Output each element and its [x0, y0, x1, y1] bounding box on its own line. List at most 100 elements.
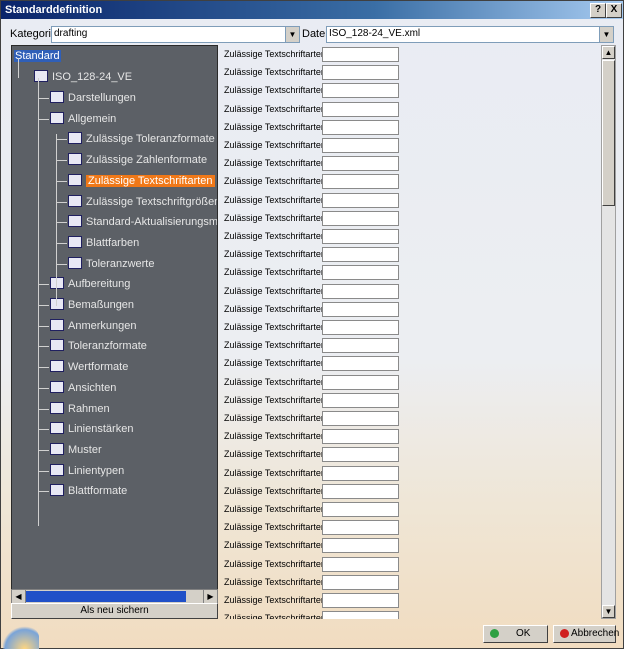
- font-field-label: Zulässige Textschriftarten: [224, 104, 326, 114]
- tree-connector: [38, 305, 49, 306]
- tree-item-doc[interactable]: ISO_128-24_VE: [34, 69, 132, 85]
- font-field-input[interactable]: [322, 229, 399, 244]
- tree-item[interactable]: Muster: [50, 442, 102, 458]
- font-field-input[interactable]: [322, 411, 399, 426]
- font-field-label: Zulässige Textschriftarten: [224, 49, 326, 59]
- font-field-input[interactable]: [322, 247, 399, 262]
- save-as-new-button[interactable]: Als neu sichern: [11, 603, 218, 619]
- scroll-up-icon[interactable]: ▲: [602, 46, 615, 59]
- font-field-input[interactable]: [322, 65, 399, 80]
- font-field-input[interactable]: [322, 174, 399, 189]
- tree-item[interactable]: Wertformate: [50, 359, 128, 375]
- tree-item-label: Linientypen: [68, 465, 125, 477]
- tree-item[interactable]: Zulässige Textschriftarten: [68, 173, 215, 189]
- font-field-input[interactable]: [322, 320, 399, 335]
- tree-item[interactable]: Zulässige Textschriftgrößen: [68, 194, 217, 210]
- font-field-input[interactable]: [322, 593, 399, 608]
- font-field-input[interactable]: [322, 356, 399, 371]
- font-field-input[interactable]: [322, 447, 399, 462]
- font-field-input[interactable]: [322, 193, 399, 208]
- font-field-row: Zulässige Textschriftarten: [221, 429, 601, 445]
- tree-root[interactable]: Standard: [14, 48, 61, 64]
- tree-item[interactable]: Darstellungen: [50, 90, 136, 106]
- font-field-label: Zulässige Textschriftarten: [224, 213, 326, 223]
- font-field-input[interactable]: [322, 138, 399, 153]
- font-field-label: Zulässige Textschriftarten: [224, 176, 326, 186]
- document-icon: [68, 195, 82, 208]
- tree-item-label: Standard-Aktualisierungsmig: [86, 216, 218, 228]
- font-field-input[interactable]: [322, 557, 399, 572]
- tree-item-label: Ansichten: [68, 382, 117, 394]
- tree-item-label: Wertformate: [68, 361, 129, 373]
- scroll-down-icon[interactable]: ▼: [602, 605, 615, 618]
- chevron-down-icon[interactable]: ▼: [285, 27, 299, 42]
- document-icon: [50, 360, 64, 373]
- tree-connector: [56, 181, 67, 182]
- tree-item[interactable]: Toleranzformate: [50, 338, 147, 354]
- tree-item[interactable]: Standard-Aktualisierungsmig: [68, 214, 218, 230]
- top-bar: Kategorie: drafting ▼ Datei: ISO_128-24_…: [1, 25, 623, 43]
- font-field-input[interactable]: [322, 284, 399, 299]
- font-field-input[interactable]: [322, 120, 399, 135]
- vertical-scrollbar[interactable]: ▲ ▼: [601, 45, 616, 619]
- font-field-input[interactable]: [322, 611, 399, 619]
- font-field-input[interactable]: [322, 429, 399, 444]
- font-field-input[interactable]: [322, 520, 399, 535]
- tree-item[interactable]: Toleranzwerte: [68, 256, 154, 272]
- scroll-left-icon[interactable]: ◀: [12, 590, 26, 603]
- document-icon: [68, 215, 82, 228]
- font-field-input[interactable]: [322, 83, 399, 98]
- document-icon: [50, 339, 64, 352]
- tree-item-label: Muster: [68, 444, 102, 456]
- document-icon: [50, 91, 64, 104]
- tree-item[interactable]: Zulässige Toleranzformate: [68, 131, 215, 147]
- tree-item[interactable]: Ansichten: [50, 380, 116, 396]
- tree-item-label: Anmerkungen: [68, 320, 137, 332]
- tree-item[interactable]: Bemaßungen: [50, 297, 134, 313]
- font-field-input[interactable]: [322, 338, 399, 353]
- help-button[interactable]: ?: [590, 3, 606, 18]
- tree-item[interactable]: Linientypen: [50, 463, 124, 479]
- ok-button[interactable]: OK: [483, 625, 548, 643]
- tree-item[interactable]: Rahmen: [50, 401, 110, 417]
- cancel-button[interactable]: Abbrechen: [553, 625, 619, 643]
- title-bar: Standarddefinition ? X: [1, 1, 623, 19]
- tree-item[interactable]: Allgemein: [50, 111, 116, 127]
- font-field-row: Zulässige Textschriftarten: [221, 302, 601, 318]
- file-dropdown[interactable]: ISO_128-24_VE.xml ▼: [326, 26, 614, 43]
- category-dropdown[interactable]: drafting ▼: [51, 26, 300, 43]
- font-field-input[interactable]: [322, 302, 399, 317]
- tree-item-label: Toleranzwerte: [86, 258, 155, 270]
- font-field-input[interactable]: [322, 502, 399, 517]
- tree-item[interactable]: Blattformate: [50, 483, 127, 499]
- font-field-input[interactable]: [322, 484, 399, 499]
- font-field-input[interactable]: [322, 466, 399, 481]
- tree-item[interactable]: Zulässige Zahlenformate: [68, 152, 207, 168]
- tree-connector: [38, 409, 49, 410]
- tree-item[interactable]: Aufbereitung: [50, 276, 130, 292]
- font-field-input[interactable]: [322, 575, 399, 590]
- chevron-down-icon[interactable]: ▼: [599, 27, 613, 42]
- font-field-row: Zulässige Textschriftarten: [221, 593, 601, 609]
- font-field-input[interactable]: [322, 47, 399, 62]
- document-icon: [50, 464, 64, 477]
- tree-item[interactable]: Linienstärken: [50, 421, 133, 437]
- font-field-input[interactable]: [322, 211, 399, 226]
- close-button[interactable]: X: [606, 3, 622, 18]
- font-field-input[interactable]: [322, 156, 399, 171]
- font-field-input[interactable]: [322, 265, 399, 280]
- scroll-thumb[interactable]: [602, 60, 615, 206]
- tree-horizontal-scrollbar[interactable]: ◀ ▶: [11, 589, 218, 604]
- tree-connector: [18, 58, 19, 78]
- font-field-input[interactable]: [322, 375, 399, 390]
- scroll-thumb[interactable]: [26, 591, 186, 602]
- tree-item[interactable]: Blattfarben: [68, 235, 139, 251]
- font-field-input[interactable]: [322, 102, 399, 117]
- standards-tree[interactable]: Standard ISO_128-24_VE Darstellungen Allg…: [11, 45, 218, 591]
- tree-item[interactable]: Anmerkungen: [50, 318, 137, 334]
- font-field-input[interactable]: [322, 538, 399, 553]
- font-field-input[interactable]: [322, 393, 399, 408]
- ok-icon: [490, 629, 499, 638]
- scroll-right-icon[interactable]: ▶: [203, 590, 217, 603]
- document-icon: [50, 484, 64, 497]
